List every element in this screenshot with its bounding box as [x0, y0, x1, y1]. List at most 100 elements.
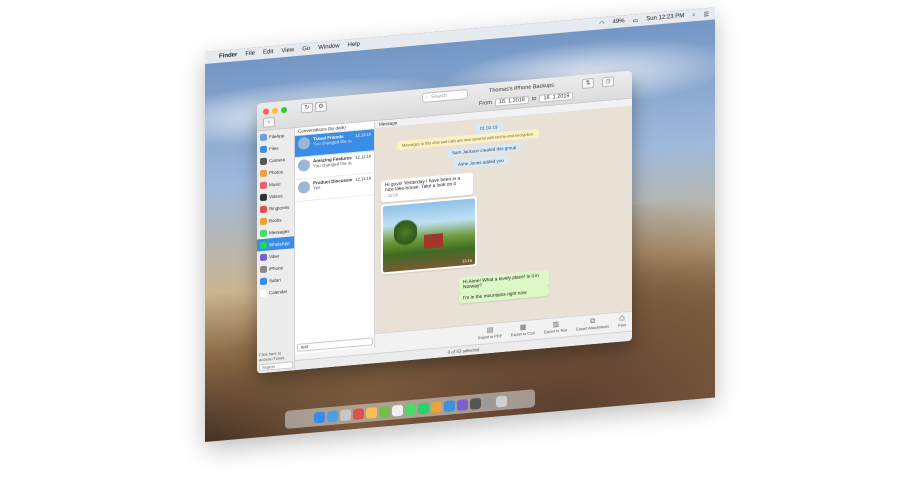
menu-app-name[interactable]: Finder	[219, 52, 237, 60]
photos-icon	[260, 169, 267, 177]
sidebar-item-label: Camera	[269, 156, 286, 163]
iphone-icon	[260, 265, 267, 273]
fileapp-icon	[260, 133, 267, 141]
sync-icon[interactable]: ⇅	[582, 77, 594, 90]
sidebar-item-label: FileApp	[269, 132, 285, 139]
sidebar-item-label: Safari	[269, 276, 281, 283]
photo-message[interactable]: 13:15	[381, 196, 477, 275]
menu-view[interactable]: View	[281, 47, 294, 54]
chat-text: Product Discussions Yes	[313, 177, 352, 197]
screen: Finder File Edit View Go Window Help ◠ 4…	[205, 7, 715, 443]
dock-app-icon[interactable]	[443, 399, 455, 412]
tool-pdf[interactable]: ▤ Export to PDF	[478, 323, 502, 344]
avatar	[298, 136, 310, 150]
chat-time: 12.12.18	[355, 131, 371, 138]
zoom-window-button[interactable]	[281, 106, 287, 114]
files-icon	[260, 145, 267, 153]
books-icon	[260, 217, 267, 225]
sidebar-item-label: Viber	[269, 252, 280, 259]
sidebar-item-label: Ringtones	[269, 204, 290, 211]
dock-app-icon[interactable]	[378, 405, 390, 418]
incoming-message-text: Hi guys! Yesterday I have been in a nice…	[385, 176, 461, 194]
menu-edit[interactable]: Edit	[263, 49, 273, 56]
tool-label: Export to CSV	[511, 331, 536, 338]
ringtones-icon	[260, 205, 267, 213]
lake-house-photo: 13:15	[383, 198, 475, 273]
dock-app-icon[interactable]	[430, 400, 442, 413]
messages-icon	[260, 229, 267, 237]
camera-icon	[260, 157, 267, 165]
dock-app-icon[interactable]	[469, 397, 481, 410]
dock-app-icon[interactable]	[313, 411, 325, 424]
itunes-access-link[interactable]: Click here to access iTunes Search	[257, 347, 295, 373]
viber-icon	[260, 253, 267, 261]
to-label: to	[531, 96, 537, 103]
dock-app-icon[interactable]	[365, 406, 377, 419]
menu-clock[interactable]: Sun 12:23 PM	[646, 13, 684, 22]
from-date-field[interactable]: 18. 1.2018	[494, 95, 529, 107]
music-icon	[260, 181, 267, 189]
sidebar-item-label: Files	[269, 145, 279, 151]
backup-selector[interactable]: Thomas's iPhone Backups	[489, 82, 554, 94]
traffic-lights	[263, 106, 287, 115]
dock-app-icon[interactable]	[404, 403, 416, 416]
menu-file[interactable]: File	[245, 51, 255, 58]
tool-text[interactable]: ▥ Export to Text	[544, 317, 567, 338]
sidebar-item-calendar[interactable]: Calendar	[257, 284, 294, 299]
from-label: From	[479, 99, 492, 108]
tool-label: Print	[618, 323, 626, 328]
battery-percent[interactable]: 49%	[613, 18, 625, 25]
dock-app-icon[interactable]	[391, 404, 403, 417]
search-icon: ⌕	[425, 94, 428, 101]
sidebar-item-label: iPhone	[269, 264, 284, 271]
wifi-icon[interactable]: ◠	[599, 20, 604, 27]
photo-tree	[394, 216, 418, 249]
safari-icon	[260, 277, 267, 285]
menu-go[interactable]: Go	[302, 46, 310, 53]
sidebar-search[interactable]: Search	[259, 361, 293, 372]
calendar-icon	[260, 289, 267, 297]
spotlight-icon[interactable]: ⌕	[692, 12, 695, 19]
chat-search-input[interactable]: test	[297, 337, 373, 352]
chat-text: Amazing Features... You changed the subje…	[313, 155, 352, 175]
message-pane: Message 01.02.19 Messages to this chat a…	[375, 98, 632, 334]
search-input[interactable]: ⌕ Search	[422, 88, 468, 104]
back-button[interactable]: ‹	[263, 116, 275, 128]
sidebar-item-label: Messages	[269, 228, 290, 235]
dock-app-icon[interactable]	[339, 408, 351, 421]
search-placeholder: Search	[431, 92, 447, 101]
close-window-button[interactable]	[263, 108, 269, 115]
menu-help[interactable]: Help	[348, 41, 360, 48]
tool-label: Export Attachments	[576, 324, 610, 332]
tool-print[interactable]: ⎙ Print	[618, 312, 626, 332]
tool-label: Export to PDF	[478, 334, 503, 341]
notification-center-icon[interactable]: ☰	[704, 10, 709, 17]
sidebar-item-label: WhatsApp	[269, 240, 290, 247]
settings-icon[interactable]: ⚙	[315, 101, 327, 113]
incoming-message-time: 12:50	[388, 192, 399, 198]
tool-csv[interactable]: ▦ Export to CSV	[511, 320, 535, 341]
sidebar-item-label: Music	[269, 180, 281, 187]
menu-window[interactable]: Window	[318, 43, 339, 51]
dock-app-icon[interactable]	[456, 398, 468, 411]
dock-app-icon[interactable]	[482, 396, 494, 409]
refresh-icon[interactable]: ↻	[301, 102, 313, 114]
desktop: Finder File Edit View Go Window Help ◠ 4…	[0, 0, 900, 484]
photo-time: 13:15	[461, 257, 472, 264]
dock-app-icon[interactable]	[495, 395, 507, 408]
photo-house	[424, 232, 443, 249]
whatsapp-icon	[260, 241, 267, 249]
history-icon[interactable]: ◷	[602, 76, 614, 88]
sidebar-item-label: Calendar	[269, 288, 288, 295]
to-date-field[interactable]: 18. 1.2019	[539, 91, 574, 103]
dock-app-icon[interactable]	[417, 401, 429, 414]
minimize-window-button[interactable]	[272, 107, 278, 115]
chat-text: Travel FriendsYou changed the subject to…	[313, 133, 352, 153]
dock-app-icon[interactable]	[352, 407, 364, 420]
app-window: ‹ ↻ ⚙ ⌕ Search Thomas's iPhone Backups ⇅…	[257, 70, 632, 374]
sidebar: FileApp Files Camera Photos Music Videos Ringt…	[257, 128, 295, 374]
battery-icon: ▭	[632, 17, 639, 25]
sidebar-item-label: Videos	[269, 192, 283, 199]
videos-icon	[260, 193, 267, 201]
dock-app-icon[interactable]	[326, 409, 338, 422]
